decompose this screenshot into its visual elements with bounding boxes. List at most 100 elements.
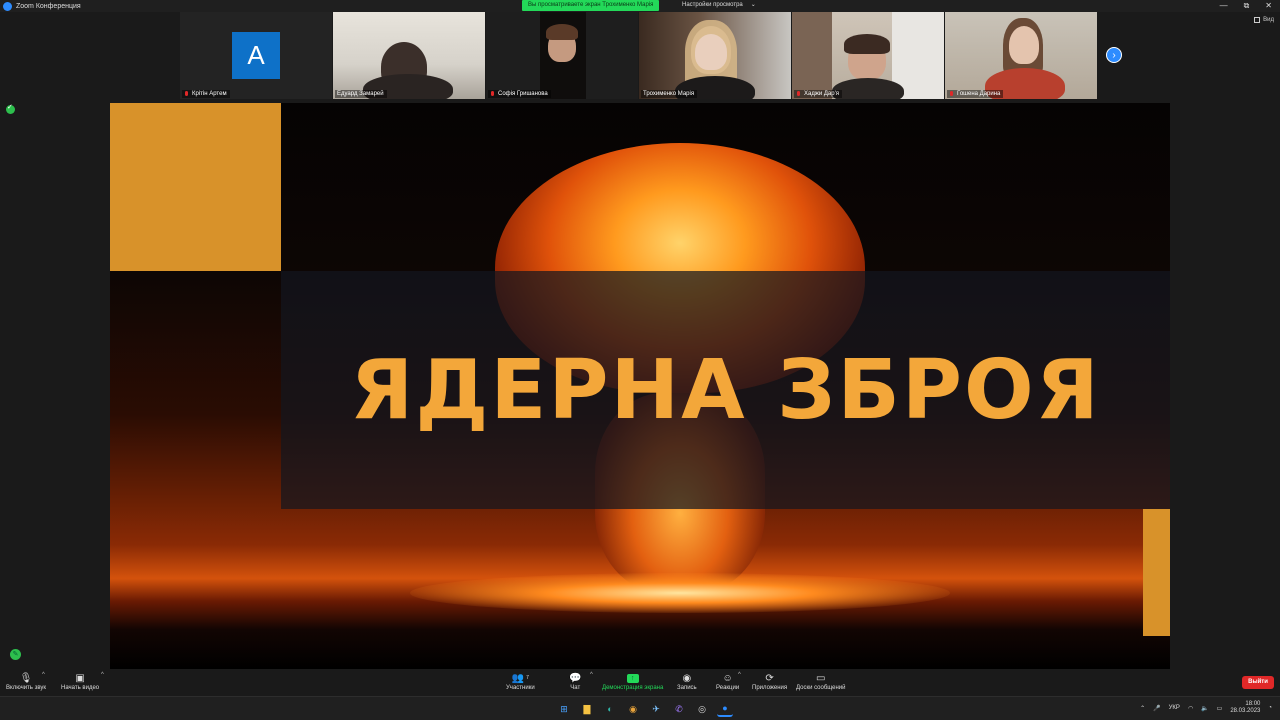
share-screen-icon: ↑	[626, 671, 639, 685]
shared-screen: ЯДЕРНА ЗБРОЯ	[110, 103, 1170, 669]
view-options-button[interactable]: Настройки просмотра ⌄	[676, 0, 762, 11]
reactions-options-caret[interactable]: ^	[738, 672, 741, 678]
unmute-label: Включить звук	[6, 685, 47, 691]
apps-label: Приложения	[752, 685, 788, 691]
avatar: A	[232, 32, 280, 79]
restore-button[interactable]: ⧉	[1244, 0, 1250, 12]
share-banner: Вы просматриваете экран Трохименко Марія	[522, 0, 660, 11]
leave-button[interactable]: Выйти	[1242, 676, 1274, 689]
participant-tile[interactable]: Хаджи Дар'я	[792, 12, 944, 99]
apps-button[interactable]: ⟳ Приложения	[752, 671, 788, 692]
start-icon[interactable]: ⊞	[556, 701, 572, 717]
person-face	[695, 34, 727, 70]
participant-video	[639, 12, 791, 99]
video-options-caret[interactable]: ^	[101, 672, 104, 678]
slide-accent-block	[110, 103, 281, 271]
participant-name: Гошена Дарина	[957, 91, 1001, 97]
reactions-label: Реакции	[716, 685, 740, 691]
pencil-icon[interactable]: ✎	[10, 649, 21, 660]
reactions-button[interactable]: ☺ Реакции	[716, 671, 740, 692]
zoom-logo-icon	[3, 1, 12, 11]
participant-name-label: Гошена Дарина	[947, 90, 1004, 98]
participant-name-label: Едуард Замарей	[335, 90, 387, 98]
view-options-label: Настройки просмотра	[682, 2, 743, 8]
video-off-icon: ▣	[75, 672, 85, 684]
mic-muted-icon	[184, 91, 189, 97]
volume-icon[interactable]: 🔈	[1201, 705, 1208, 712]
participant-tile[interactable]: A Крітін Артем	[180, 12, 332, 99]
participant-name: Едуард Замарей	[337, 91, 384, 97]
close-button[interactable]: ✕	[1265, 0, 1272, 12]
record-button[interactable]: ◉ Запись	[677, 671, 697, 692]
participants-button[interactable]: 👥 7 Участники	[506, 671, 535, 692]
chat-icon: 💬	[569, 672, 582, 684]
gallery-strip: A Крітін Артем Едуард Замарей Софія Гриш…	[180, 12, 1097, 99]
slide-accent-block	[1143, 509, 1170, 636]
participant-name-label: Софія Гришанова	[488, 90, 551, 98]
zoom-app-icon[interactable]: ●	[717, 701, 733, 717]
zoom-window: Zoom Конференция Вы просматриваете экран…	[0, 0, 1280, 720]
audio-options-caret[interactable]: ^	[42, 672, 45, 678]
chevron-right-icon: ›	[1112, 49, 1116, 61]
gallery-next-button[interactable]: ›	[1106, 47, 1122, 63]
notifications-icon[interactable]: ◔	[1268, 705, 1272, 711]
whiteboards-label: Доски сообщений	[796, 685, 846, 691]
clock-time: 18:00	[1245, 701, 1261, 707]
whiteboards-button[interactable]: ▭ Доски сообщений	[796, 671, 846, 692]
battery-icon[interactable]: ▭	[1217, 705, 1223, 712]
participant-video	[945, 12, 1097, 99]
person-body	[832, 78, 904, 99]
language-indicator[interactable]: УКР	[1169, 705, 1180, 711]
wifi-icon[interactable]: ◠	[1188, 705, 1193, 712]
view-label: Вид	[1263, 17, 1274, 23]
clock[interactable]: 18:00 28.03.2023	[1230, 701, 1260, 715]
chrome-icon[interactable]: ◉	[625, 701, 641, 717]
record-label: Запись	[677, 685, 697, 691]
clock-date: 28.03.2023	[1230, 708, 1261, 714]
mic-muted-icon	[949, 91, 954, 97]
chat-button[interactable]: 💬 Чат	[569, 671, 582, 692]
reactions-icon: ☺	[722, 672, 733, 684]
background-door	[792, 12, 832, 99]
telegram-icon[interactable]: ✈	[648, 701, 664, 717]
participant-name: Трохименко Марія	[643, 91, 695, 97]
chevron-down-icon: ⌄	[750, 2, 756, 8]
edge-icon[interactable]: ◐	[602, 701, 618, 717]
mic-off-icon: 🎙	[19, 672, 33, 684]
participant-tile[interactable]: Трохименко Марія	[639, 12, 791, 99]
share-screen-label: Демонстрация экрана	[602, 685, 664, 691]
participant-tile[interactable]: Софія Гришанова	[486, 12, 638, 99]
shield-icon[interactable]	[6, 103, 15, 114]
person-hair	[546, 24, 578, 40]
apps-icon: ⟳	[765, 672, 774, 684]
mic-muted-icon	[490, 91, 495, 97]
mic-icon[interactable]: 🎤	[1153, 705, 1160, 712]
chevron-up-icon[interactable]: ⌃	[1140, 705, 1145, 712]
minimize-button[interactable]: —	[1220, 0, 1228, 12]
view-button[interactable]: Вид	[1254, 17, 1274, 23]
participant-tile[interactable]: Гошена Дарина	[945, 12, 1097, 99]
grid-icon	[1254, 17, 1261, 23]
participant-name: Софія Гришанова	[498, 91, 548, 97]
participant-video	[333, 12, 485, 99]
participant-name: Крітін Артем	[192, 91, 227, 97]
viber-icon[interactable]: ✆	[671, 701, 687, 717]
participant-tile[interactable]: Едуард Замарей	[333, 12, 485, 99]
start-video-button[interactable]: ▣ Начать видео	[61, 671, 99, 692]
chat-options-caret[interactable]: ^	[590, 672, 593, 678]
taskbar-apps: ⊞ ▇ ◐ ◉ ✈ ✆ ◎ ●	[556, 701, 733, 717]
participant-name-label: Крітін Артем	[182, 90, 230, 98]
record-icon: ◉	[682, 672, 692, 684]
system-tray: ⌃ 🎤 УКР ◠ 🔈 ▭ 18:00 28.03.2023 ◔	[1140, 701, 1272, 715]
share-banner-text: Вы просматриваете экран Трохименко Марія	[528, 2, 654, 8]
obs-icon[interactable]: ◎	[694, 701, 710, 717]
participant-video	[486, 12, 638, 99]
share-screen-button[interactable]: ↑ Демонстрация экрана	[602, 671, 663, 691]
explosion-glow	[410, 573, 950, 613]
meeting-toolbar: 🎙 Включить звук ^ ▣ Начать видео ^ 👥 7 Уч…	[0, 669, 1280, 696]
participant-name-label: Хаджи Дар'я	[794, 90, 843, 98]
unmute-button[interactable]: 🎙 Включить звук	[6, 671, 47, 692]
chat-label: Чат	[570, 685, 581, 691]
explorer-icon[interactable]: ▇	[579, 701, 595, 717]
slide-title: ЯДЕРНА ЗБРОЯ	[350, 342, 1101, 438]
